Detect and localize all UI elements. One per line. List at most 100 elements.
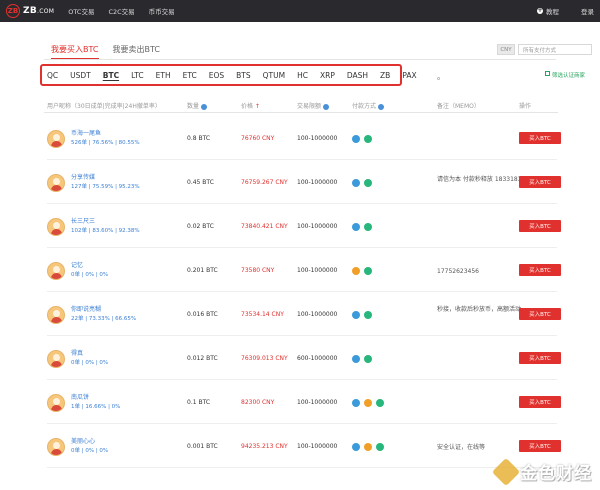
sort-icon (378, 103, 385, 110)
user-name[interactable]: 记忆 (71, 260, 83, 269)
memo: 请信为本 付款秒释放 18331836011 (437, 176, 537, 183)
alipay-icon (364, 399, 372, 407)
coin-usdt[interactable]: USDT (70, 71, 91, 80)
user-name[interactable]: 你即说亮糊 (71, 304, 101, 313)
price: 76760 CNY (241, 135, 275, 142)
nav-exchange[interactable]: 币币交易 (149, 6, 175, 16)
payment-methods (352, 399, 384, 407)
coin-etc[interactable]: ETC (183, 71, 197, 80)
tab-buy[interactable]: 我要买入BTC (51, 44, 99, 59)
watermark-logo-icon (491, 457, 521, 486)
buy-btc-button[interactable]: 买入BTC (519, 176, 561, 188)
buy-btc-button[interactable]: 买入BTC (519, 132, 561, 144)
payment-method-select[interactable]: 所有支付方式 (518, 44, 592, 55)
user-stats: 22单 | 73.33% | 66.65% (71, 316, 137, 322)
memo: 17752623456 (437, 268, 479, 275)
quantity: 0.8 BTC (187, 135, 211, 142)
payment-methods (352, 311, 372, 319)
coin-zb[interactable]: ZB (380, 71, 390, 80)
col-payment[interactable]: 付款方式 (352, 101, 385, 110)
bank-icon (352, 399, 360, 407)
col-price[interactable]: 价格 ↑ (241, 101, 260, 110)
nav-c2c[interactable]: C2C交易 (108, 6, 134, 16)
plus-icon: + (537, 7, 543, 14)
nav-otc[interactable]: OTC交易 (68, 6, 94, 16)
avatar (47, 174, 65, 192)
user-name[interactable]: 长三尺三 (71, 216, 95, 225)
buy-btc-button[interactable]: 买入BTC (519, 308, 561, 320)
verified-merchant-filter[interactable]: 筛选认证商家 (545, 71, 585, 79)
coin-selector: QC USDT BTC LTC ETH ETC EOS BTS QTUM HC … (40, 64, 417, 86)
bank-icon (352, 179, 360, 187)
coin-qtum[interactable]: QTUM (263, 71, 285, 80)
payment-methods (352, 223, 372, 231)
buy-btc-button[interactable]: 买入BTC (519, 440, 561, 452)
buy-btc-button[interactable]: 买入BTC (519, 396, 561, 408)
table-row: 长三尺三 102单 | 83.60% | 92.38% 0.02 BTC 738… (47, 204, 561, 248)
coin-bts[interactable]: BTS (236, 71, 251, 80)
payment-methods (352, 443, 384, 451)
trade-tabs: 我要买入BTC 我要卖出BTC (51, 44, 160, 59)
user-stats: 0单 | 0% | 0% (71, 360, 109, 366)
stray-dot: 。 (437, 72, 445, 81)
coin-hc[interactable]: HC (297, 71, 308, 80)
buy-btc-button[interactable]: 买入BTC (519, 264, 561, 276)
limit: 100-1000000 (297, 179, 338, 186)
quantity: 0.45 BTC (187, 179, 214, 186)
col-quantity-label: 数量 (187, 103, 200, 110)
coin-xrp[interactable]: XRP (320, 71, 335, 80)
price: 73840.421 CNY (241, 223, 288, 230)
coin-eth[interactable]: ETH (156, 71, 171, 80)
avatar (47, 438, 65, 456)
quantity: 0.012 BTC (187, 355, 218, 362)
wechat-icon (364, 267, 372, 275)
col-limit[interactable]: 交易限额 (297, 101, 330, 110)
tutorial-label: 教程 (546, 8, 559, 16)
bank-icon (352, 223, 360, 231)
col-quantity[interactable]: 数量 (187, 101, 208, 110)
limit: 100-1000000 (297, 399, 338, 406)
user-stats: 0单 | 0% | 0% (71, 272, 109, 278)
user-name[interactable]: 分享传媒 (71, 172, 95, 181)
buy-btc-button[interactable]: 买入BTC (519, 220, 561, 232)
user-name[interactable]: 币海一尾鱼 (71, 128, 101, 137)
payment-methods (352, 179, 372, 187)
coin-eos[interactable]: EOS (209, 71, 224, 80)
col-action: 操作 (519, 103, 532, 110)
table-row: 你即说亮糊 22单 | 73.33% | 66.65% 0.016 BTC 73… (47, 292, 561, 336)
sort-arrow-icon: ↑ (253, 103, 260, 110)
coin-pax[interactable]: PAX (402, 71, 416, 80)
coin-ltc[interactable]: LTC (131, 71, 144, 80)
coin-dash[interactable]: DASH (347, 71, 368, 80)
coin-qc[interactable]: QC (47, 71, 58, 80)
payment-methods (352, 355, 372, 363)
price: 94235.213 CNY (241, 443, 288, 450)
limit: 100-1000000 (297, 267, 338, 274)
bank-icon (352, 135, 360, 143)
user-name[interactable]: 美丽心心 (71, 436, 95, 445)
quantity: 0.016 BTC (187, 311, 218, 318)
quantity: 0.201 BTC (187, 267, 218, 274)
currency-select[interactable]: CNY (497, 44, 515, 55)
user-stats: 526单 | 76.56% | 80.55% (71, 140, 140, 146)
header-divider (44, 112, 558, 113)
avatar (47, 350, 65, 368)
watermark-text: 金色财经 (520, 464, 592, 484)
avatar (47, 218, 65, 236)
user-name[interactable]: 南瓜饼 (71, 392, 89, 401)
login-link[interactable]: 登录 (581, 6, 594, 16)
col-user: 用户昵称（30日成单|完成率|24H撤单率） (47, 103, 161, 110)
buy-btc-button[interactable]: 买入BTC (519, 352, 561, 364)
tab-sell[interactable]: 我要卖出BTC (113, 44, 161, 59)
tutorial-link[interactable]: + 教程 (537, 6, 559, 16)
limit: 100-1000000 (297, 311, 338, 318)
coin-btc[interactable]: BTC (103, 71, 119, 80)
price: 73580 CNY (241, 267, 275, 274)
price: 76309.013 CNY (241, 355, 288, 362)
limit: 100-1000000 (297, 223, 338, 230)
user-name[interactable]: 得真 (71, 348, 83, 357)
site-logo[interactable]: ZB ZB.COM (6, 4, 54, 18)
col-memo: 备注（MEMO） (437, 103, 480, 110)
bank-icon (352, 443, 360, 451)
wechat-icon (364, 135, 372, 143)
